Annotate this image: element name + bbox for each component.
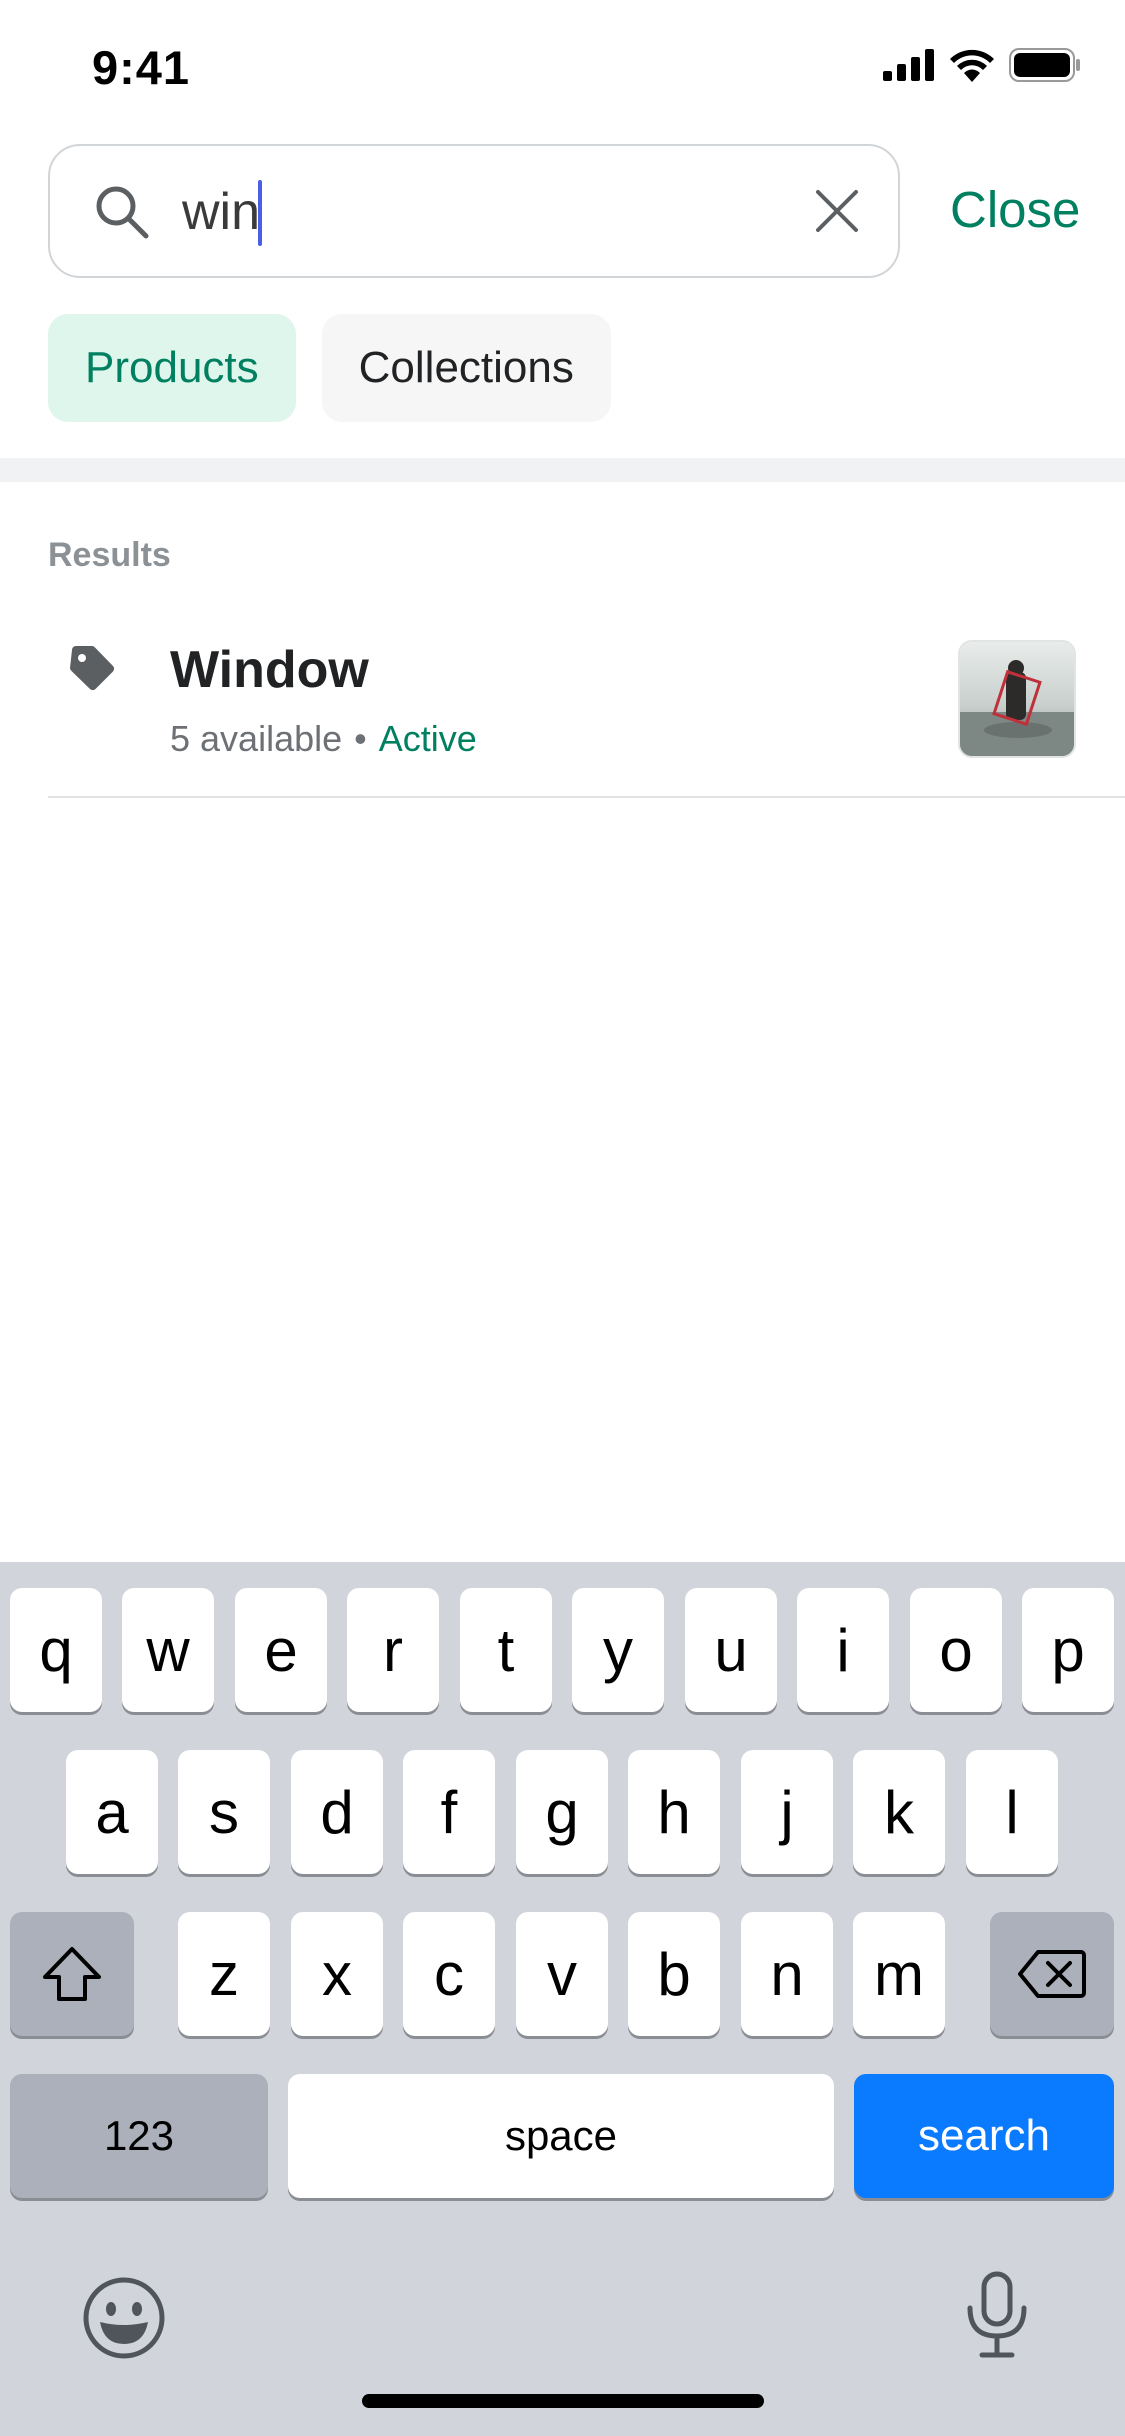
space-key[interactable]: space <box>288 2074 834 2198</box>
key-j[interactable]: j <box>741 1750 833 1874</box>
key-a[interactable]: a <box>66 1750 158 1874</box>
emoji-icon[interactable] <box>82 2276 166 2360</box>
cellular-signal-icon <box>883 49 934 81</box>
key-n[interactable]: n <box>741 1912 833 2036</box>
key-t[interactable]: t <box>460 1588 552 1712</box>
result-title: Window <box>170 641 369 699</box>
key-v[interactable]: v <box>516 1912 608 2036</box>
result-availability: 5 available <box>170 718 343 759</box>
wifi-icon <box>950 49 994 82</box>
results-heading: Results <box>48 536 171 574</box>
key-m[interactable]: m <box>853 1912 945 2036</box>
product-thumbnail <box>958 640 1076 758</box>
search-row: Close <box>48 144 1080 280</box>
key-p[interactable]: p <box>1022 1588 1114 1712</box>
key-q[interactable]: q <box>10 1588 102 1712</box>
search-input[interactable] <box>182 172 822 252</box>
filter-chip-collections[interactable]: Collections <box>321 314 611 422</box>
key-e[interactable]: e <box>235 1588 327 1712</box>
key-d[interactable]: d <box>291 1750 383 1874</box>
key-g[interactable]: g <box>516 1750 608 1874</box>
status-time: 9:41 <box>92 41 191 94</box>
key-i[interactable]: i <box>797 1588 889 1712</box>
search-field[interactable] <box>48 144 900 278</box>
search-icon <box>96 186 149 239</box>
shift-key[interactable] <box>10 1912 134 2036</box>
key-b[interactable]: b <box>628 1912 720 2036</box>
shift-icon <box>43 1947 101 2001</box>
status-bar: 9:41 <box>0 0 1125 140</box>
key-h[interactable]: h <box>628 1750 720 1874</box>
close-button[interactable]: Close <box>950 180 1080 239</box>
key-f[interactable]: f <box>403 1750 495 1874</box>
key-w[interactable]: w <box>122 1588 214 1712</box>
status-badge: Active <box>378 718 477 759</box>
key-l[interactable]: l <box>966 1750 1058 1874</box>
key-x[interactable]: x <box>291 1912 383 2036</box>
battery-icon <box>1009 48 1080 82</box>
section-divider <box>0 458 1125 482</box>
key-s[interactable]: s <box>178 1750 270 1874</box>
clear-search-icon[interactable] <box>814 188 860 234</box>
key-u[interactable]: u <box>685 1588 777 1712</box>
filter-chips: Products Collections <box>48 314 611 422</box>
filter-chip-products[interactable]: Products <box>48 314 296 422</box>
key-k[interactable]: k <box>853 1750 945 1874</box>
result-meta: 5 available • Active <box>170 718 477 760</box>
key-o[interactable]: o <box>910 1588 1002 1712</box>
search-key[interactable]: search <box>854 2074 1114 2198</box>
product-image <box>960 642 1074 756</box>
key-z[interactable]: z <box>178 1912 270 2036</box>
meta-separator: • <box>354 718 367 759</box>
microphone-icon[interactable] <box>964 2270 1030 2360</box>
key-r[interactable]: r <box>347 1588 439 1712</box>
tag-icon <box>70 646 115 691</box>
backspace-icon <box>1018 1950 1086 1998</box>
numbers-key[interactable]: 123 <box>10 2074 268 2198</box>
text-caret <box>258 180 262 246</box>
key-c[interactable]: c <box>403 1912 495 2036</box>
on-screen-keyboard: q w e r t y u i o p a s d f g h j k l z … <box>0 1562 1125 2436</box>
result-item[interactable]: Window 5 available • Active <box>48 620 1125 798</box>
delete-key[interactable] <box>990 1912 1114 2036</box>
key-y[interactable]: y <box>572 1588 664 1712</box>
home-indicator <box>362 2394 764 2408</box>
status-icons <box>883 48 1081 82</box>
